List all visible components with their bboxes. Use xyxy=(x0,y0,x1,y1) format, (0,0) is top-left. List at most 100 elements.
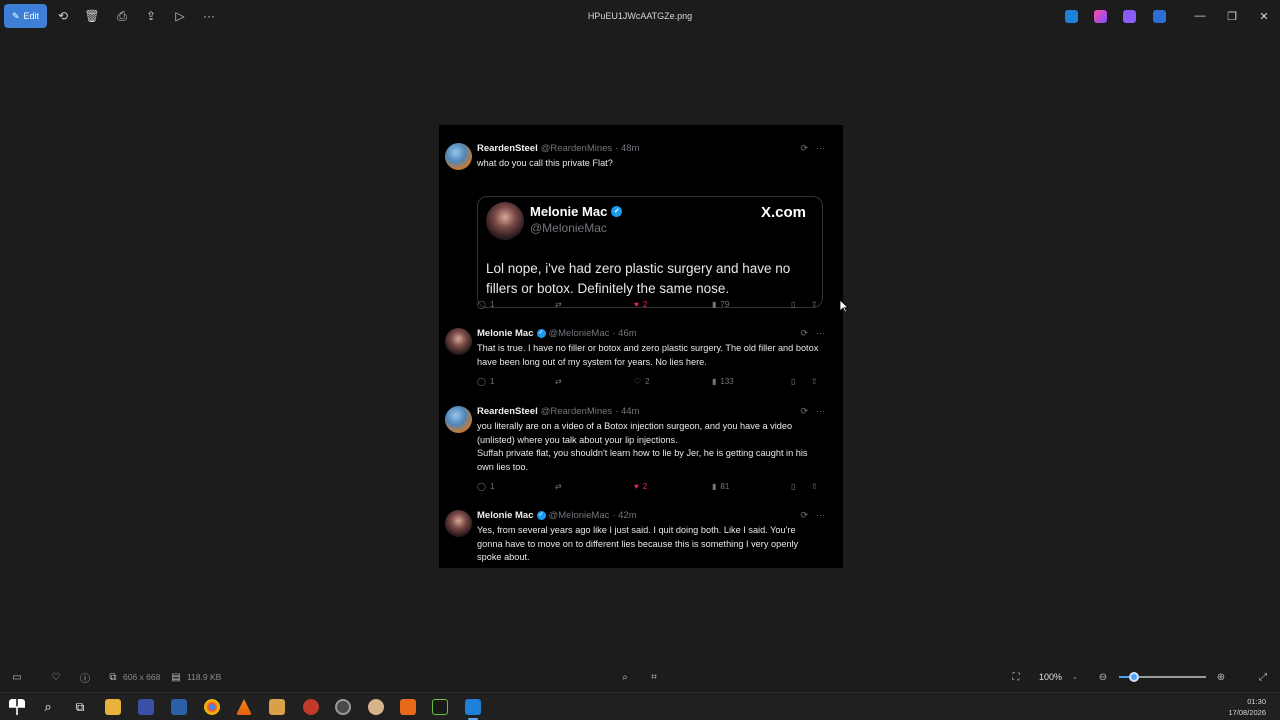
author-name[interactable]: Melonie Mac xyxy=(477,328,534,339)
tweet-actions: ◯ 1 ⇄ ♡ 2 ▮ 133 ▯ ⇧ xyxy=(477,377,822,389)
like-button[interactable]: ♥ 2 xyxy=(634,300,647,309)
media-icon[interactable] xyxy=(303,699,319,715)
task-view-icon[interactable]: ⧉ xyxy=(72,699,88,715)
retweet-button[interactable]: ⇄ xyxy=(555,377,562,386)
dimensions-icon: ⧉ xyxy=(109,671,117,683)
more-icon[interactable]: ··· xyxy=(816,328,825,339)
like-button[interactable]: ♡ 2 xyxy=(634,377,650,386)
reply-button[interactable]: ◯ 1 xyxy=(477,300,494,309)
zoom-level: 100% xyxy=(1039,672,1063,682)
designer-icon[interactable] xyxy=(1094,10,1107,23)
text-scan-icon[interactable]: ⌗ xyxy=(648,671,660,683)
tweet-time: · 46m xyxy=(612,328,637,339)
share-button[interactable]: ⇧ xyxy=(811,377,818,386)
tweet-text: what do you call this private Flat? xyxy=(477,158,613,168)
vlc-icon[interactable] xyxy=(236,699,252,715)
reply-count: 1 xyxy=(489,377,495,386)
author-handle[interactable]: @ReardenMines xyxy=(541,143,612,154)
bookmark-button[interactable]: ▯ xyxy=(791,482,795,491)
avatar[interactable] xyxy=(445,143,472,170)
tweet-text: you literally are on a video of a Botox … xyxy=(477,420,822,474)
avatar[interactable] xyxy=(445,406,472,433)
share-button[interactable]: ⇧ xyxy=(811,482,818,491)
author-name[interactable]: ReardenSteel xyxy=(477,143,538,154)
tweet-header: ReardenSteel @ReardenMines · 48m xyxy=(477,143,639,154)
quoted-tweet-card[interactable]: Melonie Mac ✓ @MelonieMac X.com Lol nope… xyxy=(477,196,823,308)
file-size: 118.9 KB xyxy=(187,672,222,682)
bookmark-icon: ▯ xyxy=(791,482,796,491)
grok-icon[interactable]: ⟳ xyxy=(800,143,808,154)
onedrive-icon[interactable] xyxy=(1153,10,1166,23)
app-icon[interactable] xyxy=(368,699,384,715)
author-name[interactable]: Melonie Mac xyxy=(477,510,534,521)
retweet-button[interactable]: ⇄ xyxy=(555,482,562,491)
fullscreen-icon[interactable]: ⤢ xyxy=(1257,671,1269,683)
author-handle[interactable]: @ReardenMines xyxy=(541,406,612,417)
zoom-in-icon[interactable]: ⊕ xyxy=(1215,671,1227,683)
views-button[interactable]: ▮ 133 xyxy=(712,377,734,386)
bookmark-button[interactable]: ▯ xyxy=(791,377,795,386)
view-count: 81 xyxy=(720,482,730,491)
views-icon: ▮ xyxy=(712,377,717,386)
fit-to-window-icon[interactable]: ⛶ xyxy=(1010,671,1022,683)
grok-icon[interactable]: ⟳ xyxy=(800,510,808,521)
system-clock[interactable]: 01:30 17/08/2026 xyxy=(1228,696,1266,718)
heart-icon: ♡ xyxy=(634,377,642,386)
media-player-icon[interactable] xyxy=(432,699,448,715)
grok-icon[interactable]: ⟳ xyxy=(800,406,808,417)
avatar[interactable] xyxy=(445,328,472,355)
reply-button[interactable]: ◯ 1 xyxy=(477,482,494,491)
obs-icon[interactable] xyxy=(335,699,351,715)
title-bar: ✎ Edit ⟲ 🗑 ⎙ ⇪ ▷ ··· HPuEU1JWcAATGZe.png… xyxy=(0,0,1280,33)
tweet-header: Melonie Mac ✓ @MelonieMac · 46m xyxy=(477,328,637,339)
favorite-icon[interactable]: ♡ xyxy=(50,671,62,683)
photos-icon[interactable] xyxy=(465,699,481,720)
app-icon[interactable] xyxy=(138,699,154,715)
photo-editor-icon[interactable] xyxy=(1065,10,1078,23)
status-bar: ▭ ♡ ⓘ ⧉ 606 x 668 ▤ 118.9 KB ⌕ ⌗ ⛶ 100% … xyxy=(0,662,1280,692)
search-icon[interactable]: ⌕ xyxy=(40,699,56,715)
author-handle[interactable]: @MelonieMac xyxy=(549,328,610,339)
zoom-out-icon[interactable]: ⊖ xyxy=(1097,671,1109,683)
share-up-icon: ⇧ xyxy=(811,482,818,491)
avatar[interactable] xyxy=(445,510,472,537)
bookmark-button[interactable]: ▯ xyxy=(791,300,795,309)
reader-icon[interactable] xyxy=(400,699,416,715)
retweet-button[interactable]: ⇄ xyxy=(555,300,562,309)
clipchamp-icon[interactable] xyxy=(1123,10,1136,23)
views-button[interactable]: ▮ 81 xyxy=(712,482,729,491)
clock-time: 01:30 xyxy=(1247,697,1266,706)
more-icon[interactable]: ··· xyxy=(816,143,825,154)
grok-icon[interactable]: ⟳ xyxy=(800,328,808,339)
restore-icon[interactable]: ❐ xyxy=(1224,8,1240,24)
mouse-cursor-icon xyxy=(839,299,848,313)
views-button[interactable]: ▮ 79 xyxy=(712,300,729,309)
visual-search-icon[interactable]: ⌕ xyxy=(619,671,631,683)
share-up-icon: ⇧ xyxy=(811,300,818,309)
start-icon[interactable] xyxy=(9,699,25,715)
chrome-icon[interactable] xyxy=(204,699,220,715)
zoom-dropdown[interactable]: 100% ⌄ xyxy=(1035,668,1087,686)
like-button[interactable]: ♥ 2 xyxy=(634,482,647,491)
author-handle[interactable]: @MelonieMac xyxy=(549,510,610,521)
filmstrip-icon[interactable]: ▭ xyxy=(11,671,23,683)
view-count: 79 xyxy=(720,300,730,309)
more-icon[interactable]: ··· xyxy=(816,406,825,417)
author-name[interactable]: ReardenSteel xyxy=(477,406,538,417)
bookmark-icon: ▯ xyxy=(791,300,796,309)
quote-text: Lol nope, i've had zero plastic surgery … xyxy=(486,261,791,296)
close-icon[interactable]: ✕ xyxy=(1256,8,1272,24)
minimize-icon[interactable]: — xyxy=(1192,8,1208,24)
tweet-actions: ◯ 1 ⇄ ♥ 2 ▮ 79 ▯ ⇧ xyxy=(477,300,822,312)
heart-icon: ♥ xyxy=(634,482,639,491)
tools-icon[interactable] xyxy=(269,699,285,715)
reply-button[interactable]: ◯ 1 xyxy=(477,377,494,386)
more-icon[interactable]: ··· xyxy=(816,510,825,521)
zoom-slider-thumb[interactable] xyxy=(1129,672,1139,682)
tweet-text: That is true. I have no filler or botox … xyxy=(477,343,819,367)
file-explorer-icon[interactable] xyxy=(105,699,121,715)
info-icon[interactable]: ⓘ xyxy=(79,671,91,685)
terminal-icon[interactable] xyxy=(171,699,187,715)
share-button[interactable]: ⇧ xyxy=(811,300,818,309)
image-canvas: ReardenSteel @ReardenMines · 48m ⟳ ··· w… xyxy=(439,125,843,568)
